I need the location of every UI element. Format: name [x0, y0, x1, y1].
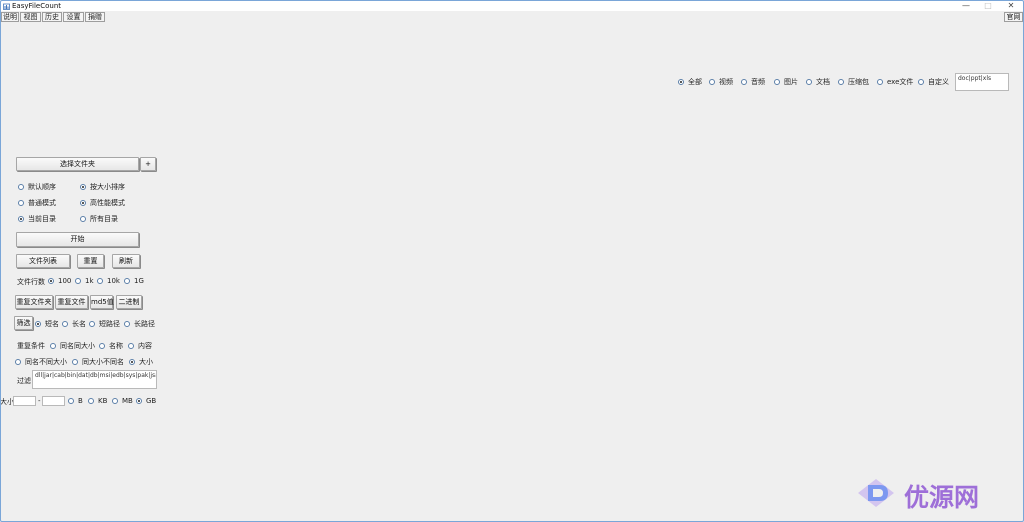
- filetype-audio-radio[interactable]: 音频: [741, 77, 765, 87]
- radio-dot: [99, 343, 105, 349]
- unit-b-radio[interactable]: B: [68, 397, 83, 405]
- radio-dot: [15, 359, 21, 365]
- radio-dot: [80, 200, 86, 206]
- start-button[interactable]: 开始: [16, 232, 139, 247]
- app-icon: [3, 3, 10, 10]
- radio-dot: [18, 200, 24, 206]
- radio-dot: [88, 398, 94, 404]
- refresh-button[interactable]: 刷新: [112, 254, 140, 268]
- filetype-custom-radio[interactable]: 自定义: [918, 77, 949, 87]
- website-button[interactable]: 官网: [1004, 12, 1023, 22]
- unit-gb-radio[interactable]: GB: [136, 397, 156, 405]
- content-radio[interactable]: 内容: [128, 341, 152, 351]
- maximize-button[interactable]: □: [978, 1, 998, 11]
- same-name-diff-size-radio[interactable]: 同名不同大小: [15, 357, 67, 367]
- rows-1g-radio[interactable]: 1G: [124, 277, 144, 285]
- binary-button[interactable]: 二进制: [116, 295, 142, 309]
- rows-label: 文件行数: [17, 278, 45, 286]
- name-radio[interactable]: 名称: [99, 341, 123, 351]
- filetype-video-radio[interactable]: 视频: [709, 77, 733, 87]
- sort-default-radio[interactable]: 默认顺序: [18, 182, 56, 192]
- menu-settings[interactable]: 设置: [63, 12, 84, 22]
- long-name-radio[interactable]: 长名: [62, 319, 86, 329]
- radio-dot: [62, 321, 68, 327]
- filetype-doc-radio[interactable]: 文档: [806, 77, 830, 87]
- scope-current-radio[interactable]: 当前目录: [18, 214, 56, 224]
- unit-mb-radio[interactable]: MB: [112, 397, 133, 405]
- filetype-all-radio[interactable]: 全部: [678, 77, 702, 87]
- radio-dot: [18, 216, 24, 222]
- radio-dot: [129, 359, 135, 365]
- radio-dot: [124, 278, 130, 284]
- radio-dot: [709, 79, 715, 85]
- watermark-logo-icon: [858, 479, 894, 507]
- same-name-size-radio[interactable]: 同名同大小: [50, 341, 95, 351]
- radio-dot: [128, 343, 134, 349]
- size-radio[interactable]: 大小: [129, 357, 153, 367]
- radio-dot: [75, 278, 81, 284]
- add-folder-button[interactable]: +: [140, 157, 156, 171]
- rows-1k-radio[interactable]: 1k: [75, 277, 94, 285]
- radio-dot: [806, 79, 812, 85]
- filter-button[interactable]: 筛选: [14, 316, 33, 330]
- radio-dot: [72, 359, 78, 365]
- menu-help[interactable]: 说明: [1, 12, 19, 22]
- long-path-radio[interactable]: 长路径: [124, 319, 155, 329]
- radio-dot: [80, 216, 86, 222]
- size-label: 大小: [0, 398, 14, 406]
- short-path-radio[interactable]: 短路径: [89, 319, 120, 329]
- radio-dot: [89, 321, 95, 327]
- select-folder-button[interactable]: 选择文件夹: [16, 157, 139, 171]
- filetype-exe-radio[interactable]: exe文件: [877, 77, 913, 87]
- menu-view[interactable]: 视图: [20, 12, 41, 22]
- size-max-input[interactable]: [42, 396, 65, 406]
- filter-extensions-input[interactable]: dll|jar|cab|bin|dat|db|msi|edb|sys|pak|j…: [32, 370, 157, 389]
- radio-dot: [741, 79, 747, 85]
- radio-dot: [80, 184, 86, 190]
- same-size-diff-name-radio[interactable]: 同大小不同名: [72, 357, 124, 367]
- dup-condition-label: 重复条件: [17, 342, 45, 350]
- short-name-radio[interactable]: 短名: [35, 319, 59, 329]
- title-bar: EasyFileCount — □ ✕: [1, 1, 1023, 11]
- radio-dot: [918, 79, 924, 85]
- mode-performance-radio[interactable]: 高性能模式: [80, 198, 125, 208]
- filetype-image-radio[interactable]: 图片: [774, 77, 798, 87]
- mode-normal-radio[interactable]: 普通模式: [18, 198, 56, 208]
- rows-100-radio[interactable]: 100: [48, 277, 71, 285]
- radio-dot: [50, 343, 56, 349]
- radio-dot: [68, 398, 74, 404]
- rows-10k-radio[interactable]: 10k: [97, 277, 120, 285]
- size-separator: -: [38, 397, 41, 405]
- duplicate-files-button[interactable]: 重复文件: [55, 295, 88, 309]
- filter-label: 过滤: [17, 377, 31, 385]
- radio-dot: [124, 321, 130, 327]
- radio-dot: [35, 321, 41, 327]
- radio-dot: [838, 79, 844, 85]
- filetype-archive-radio[interactable]: 压缩包: [838, 77, 869, 87]
- radio-dot: [774, 79, 780, 85]
- close-button[interactable]: ✕: [1001, 1, 1021, 11]
- menu-donate[interactable]: 捐赠: [85, 12, 105, 22]
- radio-dot: [136, 398, 142, 404]
- sort-size-radio[interactable]: 按大小排序: [80, 182, 125, 192]
- radio-dot: [18, 184, 24, 190]
- md5-button[interactable]: md5值: [90, 295, 114, 309]
- radio-dot: [112, 398, 118, 404]
- scope-all-radio[interactable]: 所有目录: [80, 214, 118, 224]
- size-min-input[interactable]: [13, 396, 36, 406]
- menu-history[interactable]: 历史: [42, 12, 62, 22]
- minimize-button[interactable]: —: [956, 1, 976, 11]
- radio-dot: [97, 278, 103, 284]
- radio-dot: [877, 79, 883, 85]
- file-list-button[interactable]: 文件列表: [16, 254, 70, 268]
- watermark-text: 优源网: [904, 483, 980, 512]
- window-frame: [0, 0, 1024, 522]
- radio-dot: [678, 79, 684, 85]
- duplicate-folders-button[interactable]: 重复文件夹: [15, 295, 53, 309]
- custom-extension-input[interactable]: doc|ppt|xls: [955, 73, 1009, 91]
- reset-button[interactable]: 重置: [77, 254, 104, 268]
- radio-dot: [48, 278, 54, 284]
- unit-kb-radio[interactable]: KB: [88, 397, 107, 405]
- window-title: EasyFileCount: [12, 2, 62, 10]
